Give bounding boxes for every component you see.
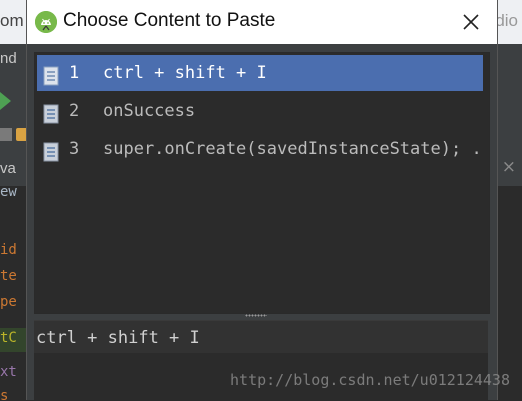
background-menu-fragment: nd [0,50,17,67]
background-code-fragment: xt [0,364,17,380]
android-studio-logo-icon [35,11,57,33]
list-item[interactable]: 3 super.onCreate(savedInstanceState); ..… [37,131,483,167]
background-code-fragment: s [0,388,9,400]
dialog-title: Choose Content to Paste [63,10,276,31]
background-title-fragment-left: om [0,11,24,30]
background-code-fragment: te [0,268,17,284]
preview-text: ctrl + shift + I [36,328,200,348]
background-title-fragment-right: dio [495,11,518,30]
background-code-fragment: tC [0,330,17,346]
list-item-text: onSuccess [103,101,196,121]
module-icon [0,128,12,141]
grip-dots-icon [245,314,267,317]
run-icon[interactable] [0,92,11,110]
text-document-icon [43,101,59,129]
panel-splitter-handle[interactable] [27,313,497,319]
background-code-fragment: ew [0,186,17,200]
list-item-text: super.onCreate(savedInstanceState); ... [103,139,483,159]
dialog-titlebar[interactable]: Choose Content to Paste [27,0,497,44]
list-item-index: 2 [69,101,80,121]
background-code-fragment: id [0,242,17,258]
preview-line: ctrl + shift + I [34,321,488,353]
background-code-fragment: pe [0,294,17,310]
background-tab-fragment[interactable]: va [0,160,16,177]
clipboard-history-list[interactable]: 1 ctrl + shift + I 2 onSuccess 3 super.o… [34,52,490,314]
watermark-text: http://blog.csdn.net/u012124438 [230,371,510,389]
list-item[interactable]: 2 onSuccess [37,93,483,129]
text-document-icon [43,139,59,167]
background-tab-close-icon[interactable]: × [502,157,516,177]
list-item-index: 1 [69,63,80,83]
list-item[interactable]: 1 ctrl + shift + I [37,55,483,91]
list-item-text: ctrl + shift + I [103,63,267,83]
text-document-icon [43,63,59,91]
close-icon[interactable] [459,10,483,34]
paste-dialog: Choose Content to Paste 1 ctrl + shift +… [26,0,498,401]
list-item-index: 3 [69,139,80,159]
